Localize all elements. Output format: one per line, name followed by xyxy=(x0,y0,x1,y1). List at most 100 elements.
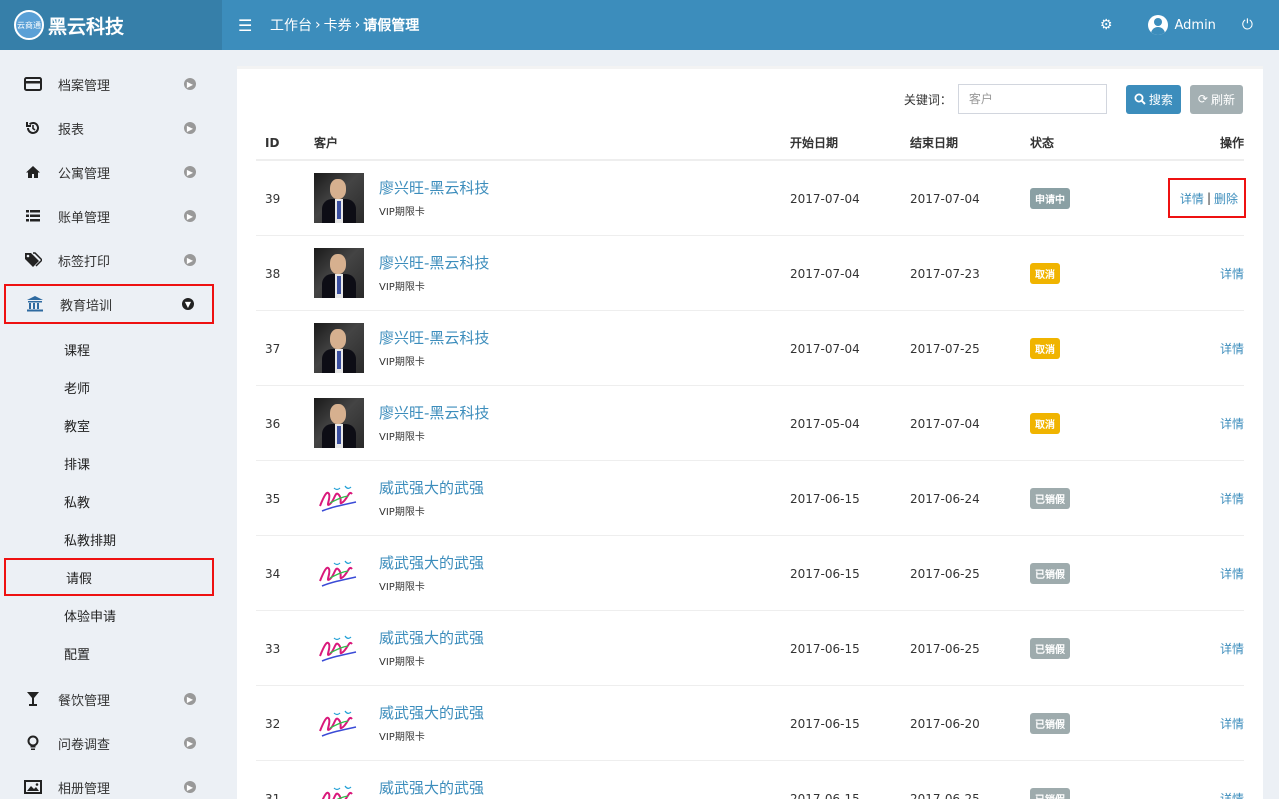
row-id: 33 xyxy=(265,641,281,656)
status-cell: 取消 xyxy=(1030,236,1060,311)
customer-name-link[interactable]: 威武强大的武强 xyxy=(379,552,484,573)
sidebar-subitem-leave[interactable]: 请假 xyxy=(4,558,214,596)
customer-name-link[interactable]: 廖兴旺-黑云科技 xyxy=(379,177,489,198)
sidebar-item-album[interactable]: 相册管理 ▶ xyxy=(4,767,214,799)
refresh-button-label: 刷新 xyxy=(1210,92,1235,107)
start-date: 2017-06-15 xyxy=(790,716,860,731)
card-type: VIP期限卡 xyxy=(379,357,425,368)
sidebar-item-report[interactable]: 报表 ▶ xyxy=(4,108,214,148)
breadcrumb-workbench[interactable]: 工作台 xyxy=(270,15,312,35)
status-badge: 取消 xyxy=(1030,338,1060,359)
customer-name-link[interactable]: 廖兴旺-黑云科技 xyxy=(379,327,489,348)
brand-bar: 云商通 黑云科技 xyxy=(0,0,222,50)
header-actions: 操作 xyxy=(1219,136,1244,150)
customer-name-link[interactable]: 威武强大的武强 xyxy=(379,777,484,798)
search-input[interactable] xyxy=(957,84,1107,114)
home-icon xyxy=(22,165,44,179)
sidebar-subitem-course[interactable]: 课程 xyxy=(4,330,214,368)
user-avatar-icon xyxy=(1148,15,1169,35)
tags-icon xyxy=(22,252,44,268)
detail-link[interactable]: 详情 xyxy=(1220,265,1244,282)
status-badge: 已销假 xyxy=(1030,563,1070,584)
header-start-date: 开始日期 xyxy=(790,136,839,150)
sidebar-subitem-private-lesson[interactable]: 私教 xyxy=(4,482,214,520)
customer-name-link[interactable]: 廖兴旺-黑云科技 xyxy=(379,252,489,273)
table-row: 34 威武强大的武强 VIP期限卡 2017-06-15 2017-06-25 已销假 详情 xyxy=(256,536,1244,611)
chevron-right-icon: ▶ xyxy=(184,210,196,222)
detail-link[interactable]: 详情 xyxy=(1220,490,1244,507)
sidebar-subitem-classroom[interactable]: 教室 xyxy=(4,406,214,444)
status-badge: 已销假 xyxy=(1030,713,1070,734)
status-cell: 申请中 xyxy=(1030,161,1070,236)
sidebar-subitem-teacher[interactable]: 老师 xyxy=(4,368,214,406)
breadcrumb-separator: › xyxy=(315,17,321,33)
chevron-right-icon: ▶ xyxy=(184,254,196,266)
sidebar-subitem-schedule[interactable]: 排课 xyxy=(4,444,214,482)
image-icon xyxy=(22,780,44,794)
sidebar-item-label: 标签打印 xyxy=(58,254,111,270)
sidebar-subitem-private-schedule[interactable]: 私教排期 xyxy=(4,520,214,558)
card-type: VIP期限卡 xyxy=(379,732,425,743)
sidebar-item-label: 餐饮管理 xyxy=(58,693,111,709)
end-date: 2017-07-04 xyxy=(910,416,980,431)
row-actions: 详情 xyxy=(1220,686,1244,761)
sidebar-subitem-trial-application[interactable]: 体验申请 xyxy=(4,596,214,634)
row-actions: 详情 | 删除 xyxy=(1167,178,1246,218)
sidebar-subitem-settings[interactable]: 配置 xyxy=(4,634,214,672)
table-row: 32 威武强大的武强 VIP期限卡 2017-06-15 2017-06-20 已销假 详情 xyxy=(256,686,1244,761)
search-button[interactable]: 搜索 xyxy=(1125,84,1181,114)
customer-photo xyxy=(314,398,364,448)
status-cell: 已销假 xyxy=(1030,686,1070,761)
detail-link[interactable]: 详情 xyxy=(1220,415,1244,432)
card-type: VIP期限卡 xyxy=(379,507,425,518)
sidebar-item-survey[interactable]: 问卷调查 ▶ xyxy=(4,723,214,763)
list-icon xyxy=(22,209,44,223)
detail-link[interactable]: 详情 xyxy=(1220,565,1244,582)
detail-link[interactable]: 详情 xyxy=(1220,340,1244,357)
power-icon[interactable]: ⏻ xyxy=(1242,17,1253,33)
customer-photo xyxy=(314,323,364,373)
status-badge: 取消 xyxy=(1030,413,1060,434)
refresh-button[interactable]: ⟳ 刷新 xyxy=(1189,84,1243,114)
status-cell: 已销假 xyxy=(1030,536,1070,611)
sidebar-item-catering[interactable]: 餐饮管理 ▶ xyxy=(4,679,214,719)
keyword-label: 关键词： xyxy=(903,92,952,107)
customer-name-link[interactable]: 威武强大的武强 xyxy=(379,702,484,723)
customer-name-link[interactable]: 廖兴旺-黑云科技 xyxy=(379,402,489,423)
action-separator: | xyxy=(1206,191,1211,205)
detail-link[interactable]: 详情 xyxy=(1220,640,1244,657)
start-date: 2017-05-04 xyxy=(790,416,860,431)
row-id: 37 xyxy=(265,341,281,356)
card-type: VIP期限卡 xyxy=(379,432,425,443)
row-actions: 详情 xyxy=(1220,761,1244,799)
menu-toggle-icon[interactable]: ☰ xyxy=(238,16,260,35)
lightbulb-icon xyxy=(22,735,44,751)
sidebar-item-label: 教育培训 xyxy=(60,298,113,314)
customer-name-link[interactable]: 威武强大的武强 xyxy=(379,477,484,498)
customer-name-link[interactable]: 威武强大的武强 xyxy=(379,627,484,648)
status-cell: 取消 xyxy=(1030,386,1060,461)
delete-link[interactable]: 删除 xyxy=(1214,190,1238,207)
gear-icon[interactable]: ⚙ xyxy=(1100,17,1113,33)
top-navbar: ☰ 工作台 › 卡券 › 请假管理 ⚙ Admin ⏻ xyxy=(222,0,1279,50)
status-badge: 已销假 xyxy=(1030,638,1070,659)
user-menu[interactable]: Admin xyxy=(1148,15,1216,35)
detail-link[interactable]: 详情 xyxy=(1180,190,1204,207)
brand-title: 黑云科技 xyxy=(48,15,125,38)
row-actions: 详情 xyxy=(1220,236,1244,311)
sidebar-item-label: 报表 xyxy=(58,122,85,138)
table-row: 35 威武强大的武强 VIP期限卡 2017-06-15 2017-06-24 已销假 详情 xyxy=(256,461,1244,536)
sidebar-item-archive[interactable]: 档案管理 ▶ xyxy=(4,64,214,104)
breadcrumb-separator: › xyxy=(354,17,361,33)
breadcrumb-coupons[interactable]: 卡券 xyxy=(324,15,352,35)
sidebar-item-apartment[interactable]: 公寓管理 ▶ xyxy=(4,152,214,192)
detail-link[interactable]: 详情 xyxy=(1220,715,1244,732)
refresh-icon: ⟳ xyxy=(1197,92,1208,106)
chevron-right-icon: ▶ xyxy=(184,166,196,178)
sidebar-item-education[interactable]: 教育培训 ▼ xyxy=(4,284,214,324)
start-date: 2017-06-15 xyxy=(790,566,860,581)
history-icon xyxy=(22,120,44,136)
detail-link[interactable]: 详情 xyxy=(1220,790,1244,799)
sidebar-item-label-print[interactable]: 标签打印 ▶ xyxy=(4,240,214,280)
sidebar-item-billing[interactable]: 账单管理 ▶ xyxy=(4,196,214,236)
